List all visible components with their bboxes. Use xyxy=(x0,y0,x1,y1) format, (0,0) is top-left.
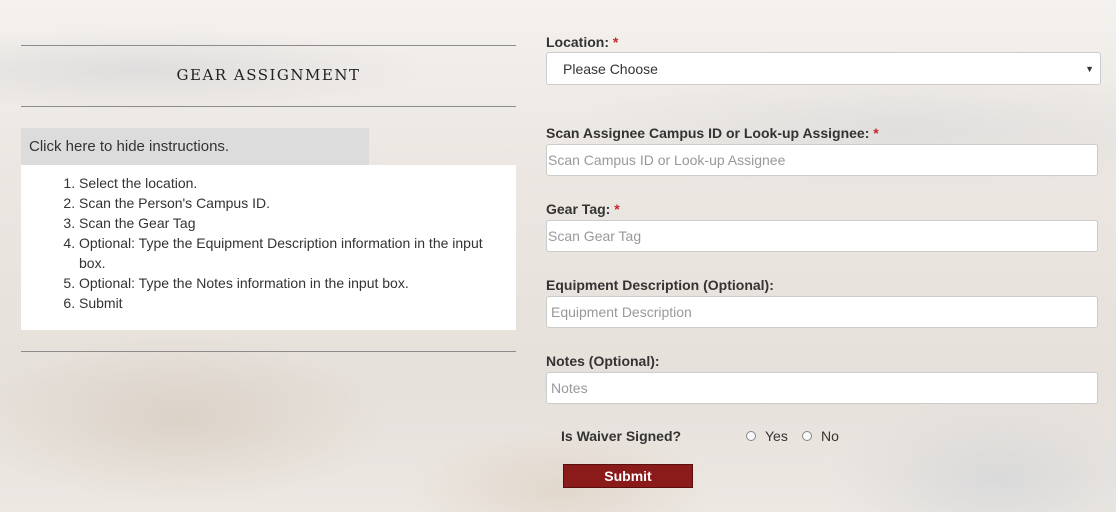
page-title: GEAR ASSIGNMENT xyxy=(176,66,361,84)
gear-tag-label: Gear Tag: * xyxy=(546,201,620,217)
equipment-description-input[interactable] xyxy=(546,296,1098,328)
location-select-value: Please Choose xyxy=(563,61,658,77)
location-label: Location: * xyxy=(546,34,618,50)
assignee-label-text: Scan Assignee Campus ID or Look-up Assig… xyxy=(546,125,870,141)
waiver-yes-radio[interactable] xyxy=(746,431,756,441)
toggle-instructions-button[interactable]: Click here to hide instructions. xyxy=(21,128,369,165)
instruction-item: Select the location. xyxy=(79,173,486,193)
waiver-label: Is Waiver Signed? xyxy=(561,428,682,444)
instruction-item: Scan the Person's Campus ID. xyxy=(79,193,486,213)
waiver-no-label[interactable]: No xyxy=(821,428,839,444)
waiver-yes-label[interactable]: Yes xyxy=(765,428,788,444)
assignee-label: Scan Assignee Campus ID or Look-up Assig… xyxy=(546,125,879,141)
divider-top xyxy=(21,45,516,46)
location-label-text: Location: xyxy=(546,34,609,50)
required-marker: * xyxy=(612,34,619,50)
instruction-item: Submit xyxy=(79,293,486,313)
divider-middle xyxy=(21,106,516,107)
notes-label: Notes (Optional): xyxy=(546,353,660,369)
gear-tag-label-text: Gear Tag: xyxy=(546,201,611,217)
submit-button[interactable]: Submit xyxy=(563,464,693,488)
instruction-item: Scan the Gear Tag xyxy=(79,213,486,233)
divider-bottom xyxy=(21,351,516,352)
equipment-description-label: Equipment Description (Optional): xyxy=(546,277,774,293)
required-marker: * xyxy=(873,125,879,141)
instructions-list: Select the location. Scan the Person's C… xyxy=(21,165,516,313)
notes-input[interactable] xyxy=(546,372,1098,404)
waiver-no-radio[interactable] xyxy=(802,431,812,441)
instructions-box: Select the location. Scan the Person's C… xyxy=(21,165,516,330)
assignee-input[interactable] xyxy=(546,144,1098,176)
instruction-item: Optional: Type the Equipment Description… xyxy=(79,233,486,273)
location-select[interactable]: Please Choose ▼ xyxy=(546,52,1101,85)
required-marker: * xyxy=(614,201,620,217)
instruction-item: Optional: Type the Notes information in … xyxy=(79,273,486,293)
caret-down-icon: ▼ xyxy=(1085,64,1094,74)
gear-tag-input[interactable] xyxy=(546,220,1098,252)
